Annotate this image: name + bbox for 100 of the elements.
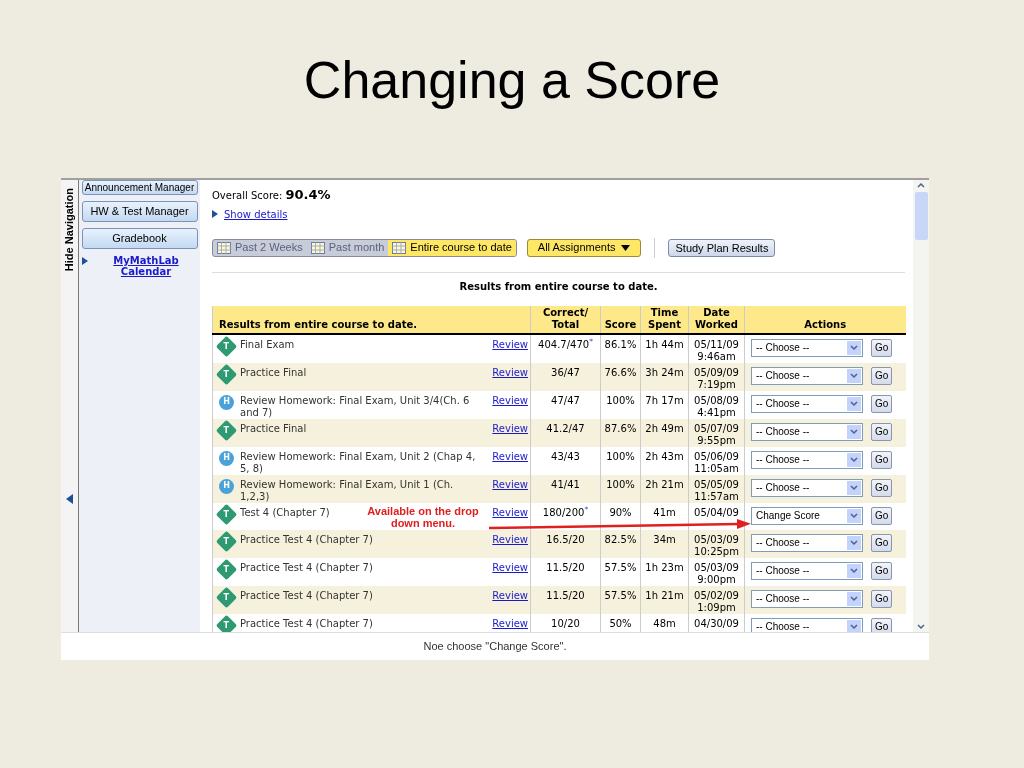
- test-badge-icon: T: [215, 335, 238, 357]
- go-button[interactable]: Go: [871, 478, 893, 497]
- chevron-down-icon: [847, 591, 861, 606]
- column-header: Time Spent: [640, 305, 689, 334]
- time-worked: 4:41pm: [697, 406, 736, 419]
- calendar-link[interactable]: MyMathLab Calendar: [92, 255, 200, 277]
- score-cell: 100%: [606, 478, 635, 490]
- action-dropdown[interactable]: -- Choose --: [751, 617, 863, 632]
- date-worked: 05/09/09: [694, 366, 739, 379]
- action-dropdown[interactable]: -- Choose --: [751, 394, 863, 413]
- date-worked: 05/11/09: [694, 338, 739, 351]
- assignment-name: Practice Final: [240, 422, 307, 435]
- assignment-name: Review Homework: Final Exam, Unit 1 (Ch. 1,2,3): [240, 478, 455, 503]
- go-button[interactable]: Go: [871, 533, 893, 552]
- review-link[interactable]: Review: [492, 533, 530, 546]
- correct-total: 404.7/470: [538, 338, 590, 350]
- correct-total: 11.5/20: [546, 561, 585, 573]
- column-header: Date Worked: [688, 305, 745, 334]
- caret-down-icon: [621, 244, 631, 251]
- action-dropdown[interactable]: -- Choose --: [751, 338, 863, 357]
- time-worked: 1:09pm: [697, 601, 736, 614]
- score-cell: 100%: [606, 394, 635, 406]
- go-button[interactable]: Go: [871, 450, 893, 469]
- action-dropdown[interactable]: -- Choose --: [751, 478, 863, 497]
- review-link[interactable]: Review: [492, 617, 530, 630]
- action-dropdown[interactable]: -- Choose --: [751, 366, 863, 385]
- go-button[interactable]: Go: [871, 366, 893, 385]
- review-link[interactable]: Review: [492, 394, 530, 407]
- review-link[interactable]: Review: [492, 506, 530, 519]
- calendar-icon: [392, 241, 407, 254]
- action-dropdown[interactable]: Change Score: [751, 506, 863, 525]
- assignment-name: Practice Test 4 (Chapter 7): [240, 533, 373, 546]
- go-button[interactable]: Go: [871, 338, 893, 357]
- date-worked: 05/04/09: [694, 506, 739, 519]
- scroll-down-icon: [915, 622, 927, 632]
- scrollbar[interactable]: [913, 180, 929, 632]
- score-cell: 76.6%: [604, 366, 637, 378]
- score-cell: 100%: [606, 450, 635, 462]
- assignment-name: Practice Test 4 (Chapter 7): [240, 561, 373, 574]
- review-link[interactable]: Review: [492, 561, 530, 574]
- column-header: Actions: [744, 305, 906, 334]
- nav-button[interactable]: HW & Test Manager: [81, 201, 198, 222]
- date-range-tab[interactable]: Past 2 Weeks: [213, 239, 307, 256]
- date-worked: 05/06/09: [694, 450, 739, 463]
- correct-total: 180/200: [542, 506, 585, 518]
- score-cell: 50%: [609, 617, 632, 629]
- go-button[interactable]: Go: [871, 506, 893, 525]
- time-worked: 9:46am: [697, 350, 736, 363]
- time-worked: 11:05am: [694, 462, 739, 475]
- correct-total: 43/43: [551, 450, 580, 462]
- test-badge-icon: T: [215, 503, 238, 525]
- hide-navigation-tab[interactable]: Hide Navigation: [61, 180, 79, 632]
- go-button[interactable]: Go: [871, 394, 893, 413]
- calendar-icon: [310, 241, 325, 254]
- go-button[interactable]: Go: [871, 422, 893, 441]
- chevron-down-icon: [847, 508, 861, 523]
- score-cell: 57.5%: [604, 561, 637, 573]
- review-link[interactable]: Review: [492, 589, 530, 602]
- correct-total: 11.5/20: [546, 589, 585, 601]
- action-dropdown[interactable]: -- Choose --: [751, 422, 863, 441]
- review-link[interactable]: Review: [492, 366, 530, 379]
- go-button[interactable]: Go: [871, 561, 893, 580]
- time-spent: 34m: [653, 533, 676, 545]
- homework-badge-icon: H: [219, 394, 234, 410]
- action-dropdown[interactable]: -- Choose --: [751, 561, 863, 580]
- date-worked: 05/08/09: [694, 394, 739, 407]
- study-plan-button[interactable]: Study Plan Results: [668, 238, 776, 257]
- score-cell: 87.6%: [604, 422, 637, 434]
- assignment-name: Practice Test 4 (Chapter 7): [240, 617, 373, 630]
- time-worked: 7:19pm: [697, 378, 736, 391]
- nav-button[interactable]: Announcement Manager: [81, 180, 198, 195]
- review-link[interactable]: Review: [492, 422, 530, 435]
- review-link[interactable]: Review: [492, 338, 530, 351]
- scroll-up-icon: [915, 180, 927, 190]
- review-link[interactable]: Review: [492, 450, 530, 463]
- nav-button[interactable]: Gradebook: [81, 228, 198, 249]
- go-button[interactable]: Go: [871, 617, 893, 632]
- assignment-name: Practice Final: [240, 366, 307, 379]
- date-range-tab[interactable]: Entire course to date: [388, 239, 516, 256]
- review-link[interactable]: Review: [492, 478, 530, 491]
- date-range-tab[interactable]: Past month: [306, 239, 389, 256]
- assignments-dropdown[interactable]: All Assignments: [526, 238, 642, 257]
- action-dropdown[interactable]: -- Choose --: [751, 533, 863, 552]
- footer-instruction: Noe choose "Change Score".: [423, 639, 567, 655]
- go-button[interactable]: Go: [871, 589, 893, 608]
- action-dropdown[interactable]: -- Choose --: [751, 589, 863, 608]
- score-cell: 57.5%: [604, 589, 637, 601]
- show-details-link[interactable]: Show details: [224, 206, 288, 222]
- correct-total: 41.2/47: [546, 422, 585, 434]
- collapse-left-icon: [65, 494, 74, 504]
- correct-total: 10/20: [551, 617, 580, 629]
- triangle-right-icon: [82, 257, 88, 265]
- test-badge-icon: T: [215, 419, 238, 441]
- assignment-name: Review Homework: Final Exam, Unit 2 (Chap 4, 5, 8): [240, 450, 477, 475]
- scrollbar-thumb: [914, 192, 928, 240]
- action-dropdown[interactable]: -- Choose --: [751, 450, 863, 469]
- time-worked: 11:57am: [694, 490, 739, 503]
- time-spent: 48m: [653, 617, 676, 629]
- slide-title: Changing a Score: [303, 50, 721, 110]
- time-spent: 1h 44m: [645, 338, 684, 350]
